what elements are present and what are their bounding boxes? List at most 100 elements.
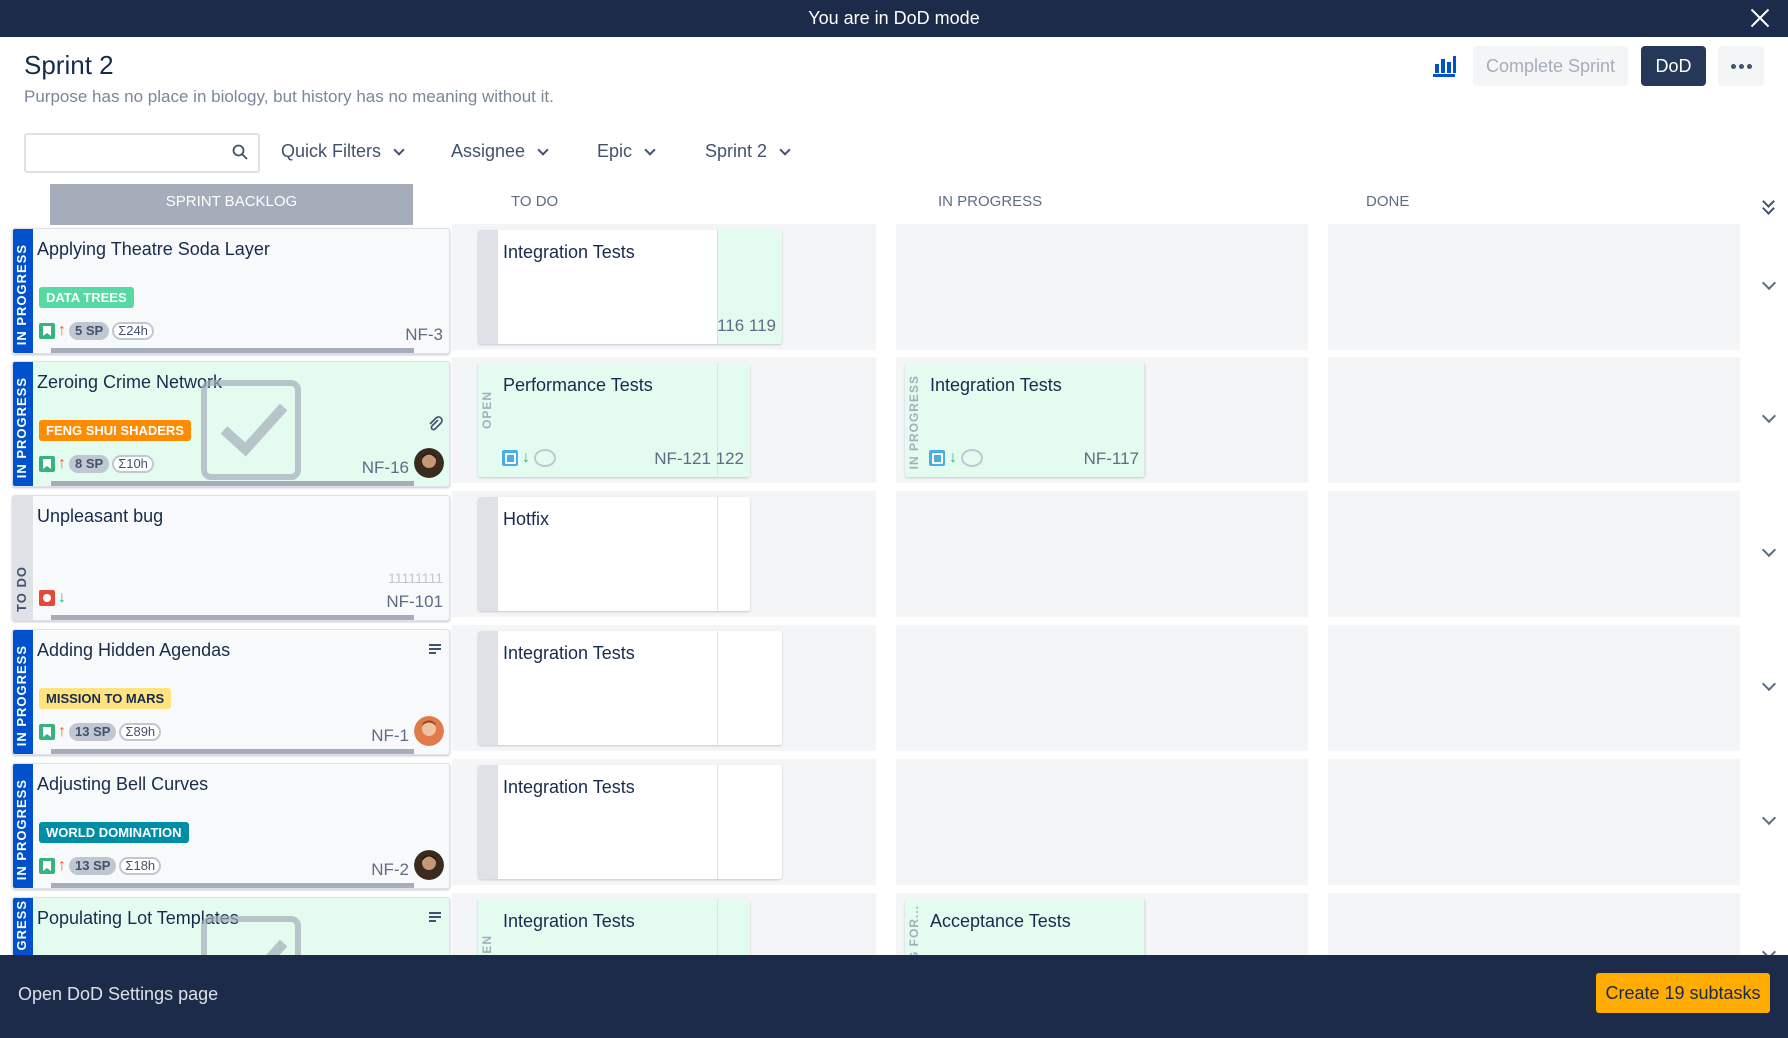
- subtask-status: EN: [480, 935, 494, 954]
- complete-sprint-button[interactable]: Complete Sprint: [1473, 46, 1628, 86]
- bar-chart-icon: [1433, 56, 1456, 77]
- dod-button[interactable]: DoD: [1641, 46, 1706, 86]
- priority-low-icon: ↓: [58, 589, 66, 606]
- story-icon: [39, 858, 55, 874]
- chevron-down-icon[interactable]: [1761, 542, 1777, 558]
- subtask-status: IN PROGRESS: [907, 375, 921, 470]
- estimate-oval-icon: [534, 449, 556, 467]
- time-estimate: Σ18h: [119, 857, 162, 875]
- assignee-dropdown[interactable]: Assignee: [451, 141, 549, 162]
- story-card[interactable]: IN PROGRESS Adjusting Bell Curves WORLD …: [12, 763, 450, 889]
- column-header-sprint-backlog: SPRINT BACKLOG: [50, 184, 413, 225]
- chevron-down-icon[interactable]: [1761, 810, 1777, 826]
- page-title: Sprint 2: [24, 50, 114, 80]
- priority-low-icon: ↓: [522, 449, 530, 466]
- swimlane-row: IN PROGRESS Zeroing Crime Network FENG S…: [0, 357, 1788, 487]
- card-summary: Adding Hidden Agendas: [37, 640, 231, 660]
- issue-key[interactable]: NF-101: [386, 592, 443, 612]
- priority-high-icon: ↑: [58, 455, 66, 472]
- story-icon: [39, 323, 55, 339]
- subtask-title: Acceptance Tests: [930, 911, 1071, 931]
- epic-badge: FENG SHUI SHADERS: [39, 420, 191, 441]
- fix-version: 11111111: [387, 570, 443, 586]
- subtask-card[interactable]: Integration Tests: [478, 631, 782, 745]
- status-label: IN PROGRESS: [14, 243, 29, 345]
- chevron-down-icon[interactable]: [1761, 676, 1777, 692]
- chevron-down-icon: [779, 144, 791, 156]
- epic-dropdown[interactable]: Epic: [597, 141, 656, 162]
- create-subtasks-button[interactable]: Create 19 subtasks: [1596, 973, 1770, 1013]
- status-label: GRESS: [14, 900, 29, 951]
- subtask-card[interactable]: OPEN Performance Tests ↓ NF-121 122: [478, 363, 750, 477]
- subtask-card[interactable]: Hotfix: [478, 497, 750, 611]
- sprint-goal: Purpose has no place in biology, but his…: [24, 87, 554, 106]
- story-points: 13 SP: [69, 857, 117, 875]
- subtask-icon: [502, 450, 518, 466]
- dod-mode-banner: You are in DoD mode: [0, 0, 1788, 37]
- description-icon: [429, 644, 441, 654]
- issue-key[interactable]: NF-3: [405, 325, 443, 345]
- story-icon: [39, 724, 55, 740]
- report-chart-button[interactable]: [1428, 50, 1462, 82]
- column-header-todo: TO DO: [511, 193, 559, 210]
- subtask-title: Integration Tests: [503, 911, 635, 931]
- assignee-avatar[interactable]: [414, 448, 444, 478]
- subtask-card[interactable]: Integration Tests 116 119: [478, 230, 782, 344]
- story-points: 13 SP: [69, 723, 117, 741]
- card-summary: Applying Theatre Soda Layer: [37, 239, 270, 259]
- search-box: [24, 133, 260, 173]
- collapse-all-icon[interactable]: [1762, 195, 1776, 215]
- card-summary: Zeroing Crime Network: [37, 372, 223, 392]
- swimlane-row: IN PROGRESS Adjusting Bell Curves WORLD …: [0, 759, 1788, 889]
- filter-label: Epic: [597, 141, 633, 161]
- more-icon: [1731, 64, 1752, 69]
- subtask-status: G FOR...: [907, 905, 921, 961]
- search-icon: [232, 144, 248, 160]
- priority-high-icon: ↑: [58, 322, 66, 339]
- card-summary: Adjusting Bell Curves: [37, 774, 209, 794]
- story-icon: [39, 456, 55, 472]
- more-actions-button[interactable]: [1718, 46, 1764, 86]
- issue-key[interactable]: NF-1: [371, 726, 409, 746]
- assignee-avatar[interactable]: [414, 850, 444, 880]
- time-estimate: Σ10h: [112, 455, 154, 473]
- story-card[interactable]: IN PROGRESS Adding Hidden Agendas MISSIO…: [12, 629, 450, 755]
- issue-key[interactable]: NF-16: [362, 458, 409, 478]
- subtask-card[interactable]: Integration Tests: [478, 765, 782, 879]
- subtask-key: NF-117: [1083, 449, 1139, 468]
- bug-card[interactable]: TO DO Unpleasant bug 11111111 ↓ NF-101: [12, 495, 450, 621]
- issue-key[interactable]: NF-2: [371, 860, 409, 880]
- filter-label: Assignee: [451, 141, 526, 161]
- story-card[interactable]: IN PROGRESS Zeroing Crime Network FENG S…: [12, 361, 450, 487]
- chevron-down-icon: [537, 144, 549, 156]
- status-label: IN PROGRESS: [14, 376, 29, 478]
- chevron-down-icon: [644, 144, 656, 156]
- search-input[interactable]: [32, 135, 222, 169]
- swimlane-row: IN PROGRESS Applying Theatre Soda Layer …: [0, 224, 1788, 354]
- subtask-icon: [929, 450, 945, 466]
- story-points: 8 SP: [69, 455, 110, 473]
- banner-text: You are in DoD mode: [808, 8, 980, 28]
- dod-settings-link[interactable]: Open DoD Settings page: [18, 984, 218, 1005]
- close-icon[interactable]: [1746, 4, 1774, 32]
- chevron-down-icon[interactable]: [1761, 408, 1777, 424]
- subtask-title: Performance Tests: [503, 375, 653, 395]
- chevron-down-icon: [393, 144, 405, 156]
- story-card[interactable]: IN PROGRESS Applying Theatre Soda Layer …: [12, 228, 450, 354]
- sprint-dropdown[interactable]: Sprint 2: [705, 141, 791, 162]
- subtask-card[interactable]: IN PROGRESS Integration Tests ↓ NF-117: [905, 363, 1145, 477]
- chevron-down-icon[interactable]: [1761, 275, 1777, 291]
- epic-badge: DATA TREES: [39, 287, 134, 308]
- quick-filters-dropdown[interactable]: Quick Filters: [281, 141, 405, 162]
- epic-badge: WORLD DOMINATION: [39, 822, 189, 843]
- subtask-key: NF-121 122: [654, 449, 744, 468]
- story-points: 5 SP: [69, 322, 110, 340]
- bug-icon: [39, 590, 55, 606]
- swimlane-row: TO DO Unpleasant bug 11111111 ↓ NF-101 H…: [0, 491, 1788, 621]
- time-estimate: Σ89h: [119, 723, 162, 741]
- assignee-avatar[interactable]: [414, 716, 444, 746]
- subtask-title: Integration Tests: [503, 643, 635, 663]
- subtask-status: OPEN: [480, 391, 494, 430]
- subtask-title: Integration Tests: [503, 777, 635, 797]
- done-check-icon: [201, 380, 301, 480]
